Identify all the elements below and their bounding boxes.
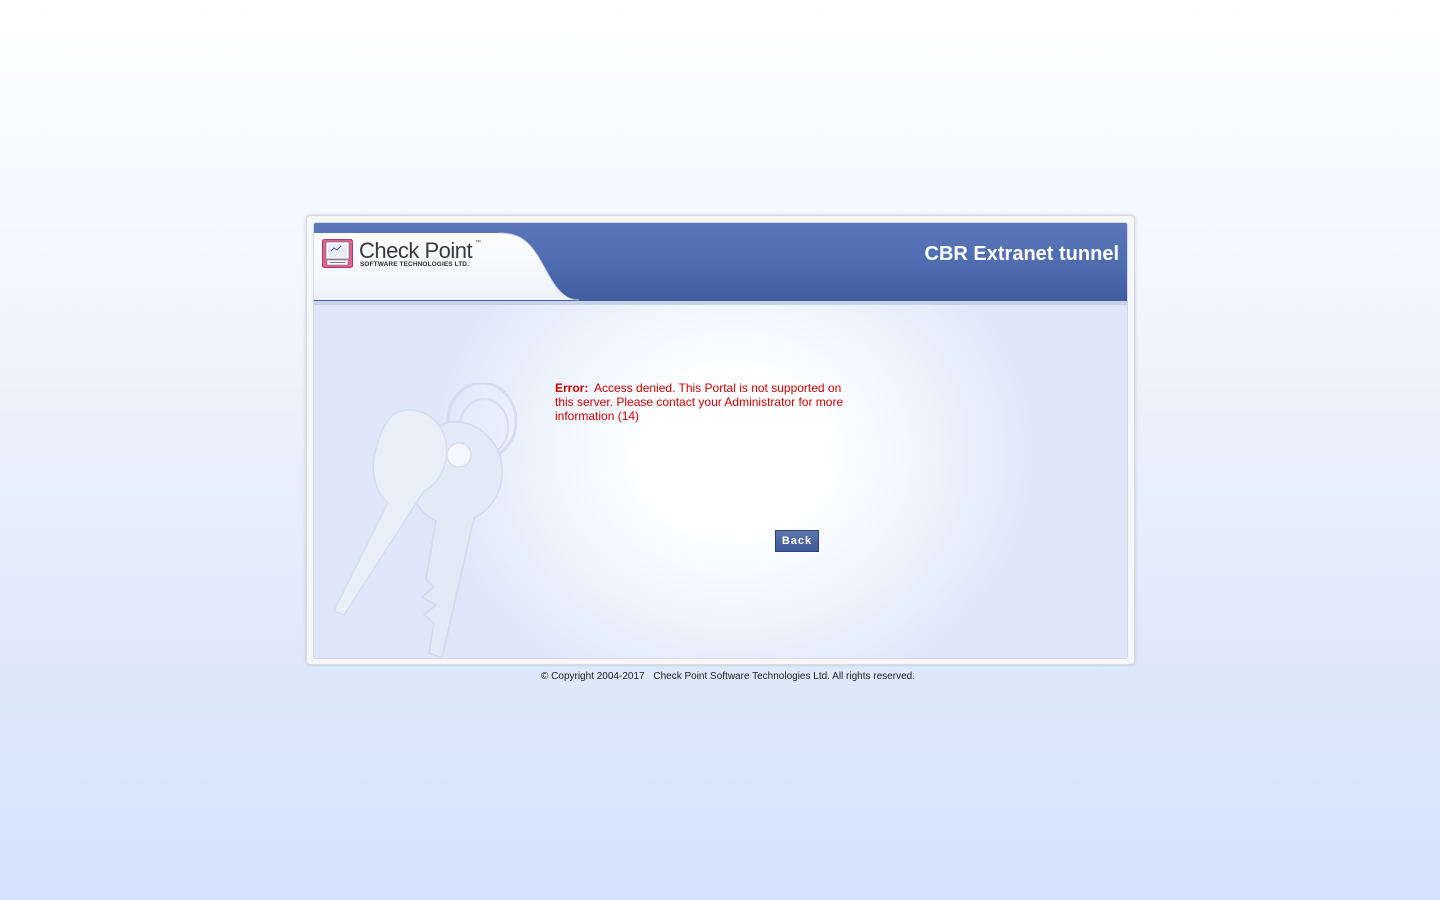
portal-header: Check Point ™ SOFTWARE TECHNOLOGIES LTD.…: [314, 223, 1127, 305]
back-button[interactable]: Back: [775, 530, 819, 552]
copyright-notice: © Copyright 2004-2017: [541, 671, 645, 682]
error-text: Access denied. This Portal is not suppor…: [555, 381, 844, 423]
copyright-footer: © Copyright 2004-2017 Check Point Softwa…: [0, 671, 1440, 682]
login-panel: Check Point ™ SOFTWARE TECHNOLOGIES LTD.…: [313, 222, 1128, 659]
error-label: Error:: [555, 381, 589, 395]
logo-tagline: SOFTWARE TECHNOLOGIES LTD.: [360, 261, 470, 268]
portal-title: CBR Extranet tunnel: [924, 243, 1119, 265]
error-message: Error: Access denied. This Portal is not…: [555, 381, 855, 423]
login-panel-frame: Check Point ™ SOFTWARE TECHNOLOGIES LTD.…: [306, 215, 1135, 665]
check-point-logo-icon: [322, 239, 353, 268]
key-watermark-icon: [332, 383, 518, 658]
copyright-company: Check Point Software Technologies Ltd. A…: [653, 671, 915, 682]
logo-trademark: ™: [475, 240, 481, 246]
check-point-logo: Check Point ™ SOFTWARE TECHNOLOGIES LTD.: [322, 238, 492, 275]
